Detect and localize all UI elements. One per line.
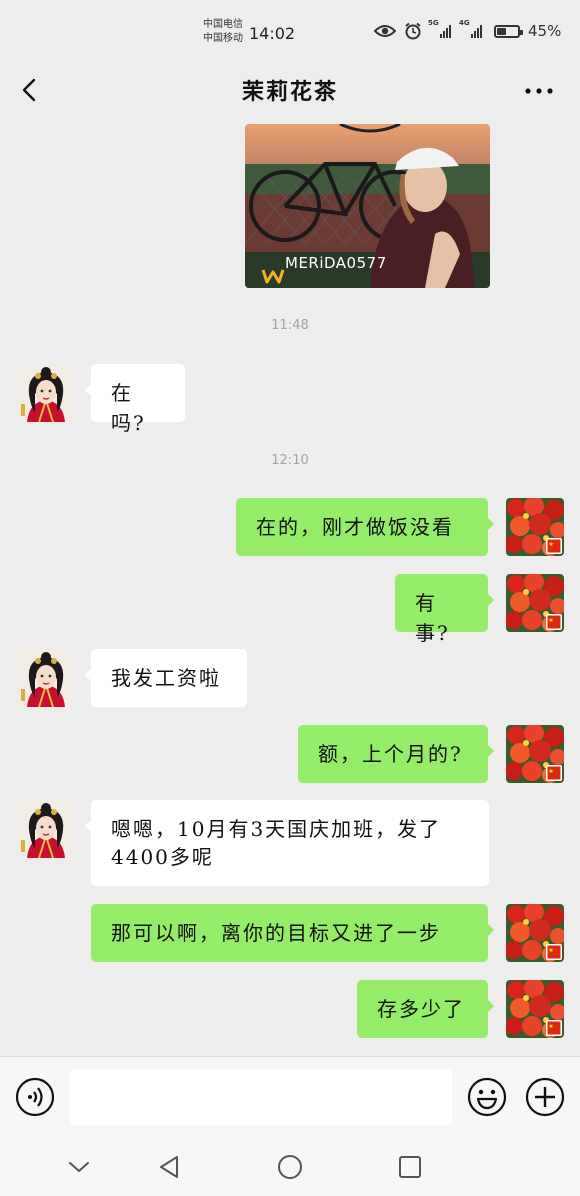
network-4g-label: 4G — [459, 19, 470, 27]
recents-square-icon[interactable] — [395, 1152, 425, 1182]
contact-avatar[interactable] — [17, 800, 75, 858]
timestamp: 12:10 — [271, 453, 309, 468]
chat-title: 茉莉花茶 — [241, 80, 338, 105]
photo-message[interactable]: MERiDA0577 — [245, 124, 490, 288]
my-avatar[interactable] — [506, 980, 564, 1038]
battery-percent: 45% — [528, 22, 562, 40]
collapse-icon[interactable] — [64, 1152, 94, 1182]
outgoing-message[interactable]: 在的，刚才做饭没看 — [236, 498, 494, 556]
carrier-label-2: 中国移动 — [203, 33, 243, 44]
contact-avatar[interactable] — [17, 364, 75, 422]
voice-icon[interactable] — [15, 1077, 55, 1117]
more-icon[interactable] — [524, 86, 554, 96]
status-time: 14:02 — [249, 24, 296, 43]
plus-icon[interactable] — [525, 1077, 565, 1117]
message-input[interactable] — [70, 1069, 452, 1125]
system-nav-bar — [0, 1138, 580, 1196]
photo-watermark: MERiDA0577 — [285, 254, 387, 272]
incoming-message[interactable]: 嗯嗯，10月有3天国庆加班，发了 4400多呢 — [85, 800, 489, 886]
eye-icon — [374, 25, 396, 37]
status-bar: 中国电信 中国移动 14:02 5G 4G 45% — [0, 0, 580, 66]
chat-header: 茉莉花茶 — [0, 66, 580, 124]
alarm-icon — [405, 22, 421, 40]
input-bar — [0, 1056, 580, 1138]
my-avatar[interactable] — [506, 725, 564, 783]
battery-icon — [494, 24, 523, 38]
network-5g-label: 5G — [428, 19, 439, 27]
contact-avatar[interactable] — [17, 649, 75, 707]
outgoing-message[interactable]: 那可以啊，离你的目标又进了一步 — [91, 904, 494, 962]
my-avatar[interactable] — [506, 904, 564, 962]
message-list[interactable]: MERiDA0577 11:48 在吗? 12:10 在的，刚才做饭没看 有事?… — [0, 124, 580, 1056]
outgoing-message[interactable]: 有事? — [395, 574, 494, 645]
signal-icon: 4G — [459, 19, 482, 38]
status-icons: 5G 4G 45% — [374, 19, 562, 40]
incoming-message[interactable]: 在吗? — [85, 364, 185, 435]
carrier-info: 中国电信 中国移动 — [203, 18, 243, 46]
back-triangle-icon[interactable] — [155, 1152, 185, 1182]
my-avatar[interactable] — [506, 574, 564, 632]
message-line: 4400多呢 — [111, 845, 214, 869]
outgoing-message[interactable]: 额，上个月的? — [298, 725, 494, 783]
home-circle-icon[interactable] — [275, 1152, 305, 1182]
message-line: 嗯嗯，10月有3天国庆加班，发了 — [111, 817, 442, 841]
battery-fill — [497, 27, 506, 35]
incoming-message[interactable]: 我发工资啦 — [85, 649, 247, 707]
timestamp: 11:48 — [271, 318, 309, 333]
signal-icon: 5G — [428, 19, 451, 38]
carrier-label-1: 中国电信 — [203, 19, 243, 30]
my-avatar[interactable] — [506, 498, 564, 556]
emoji-icon[interactable] — [467, 1077, 507, 1117]
outgoing-message[interactable]: 存多少了 — [357, 980, 494, 1038]
